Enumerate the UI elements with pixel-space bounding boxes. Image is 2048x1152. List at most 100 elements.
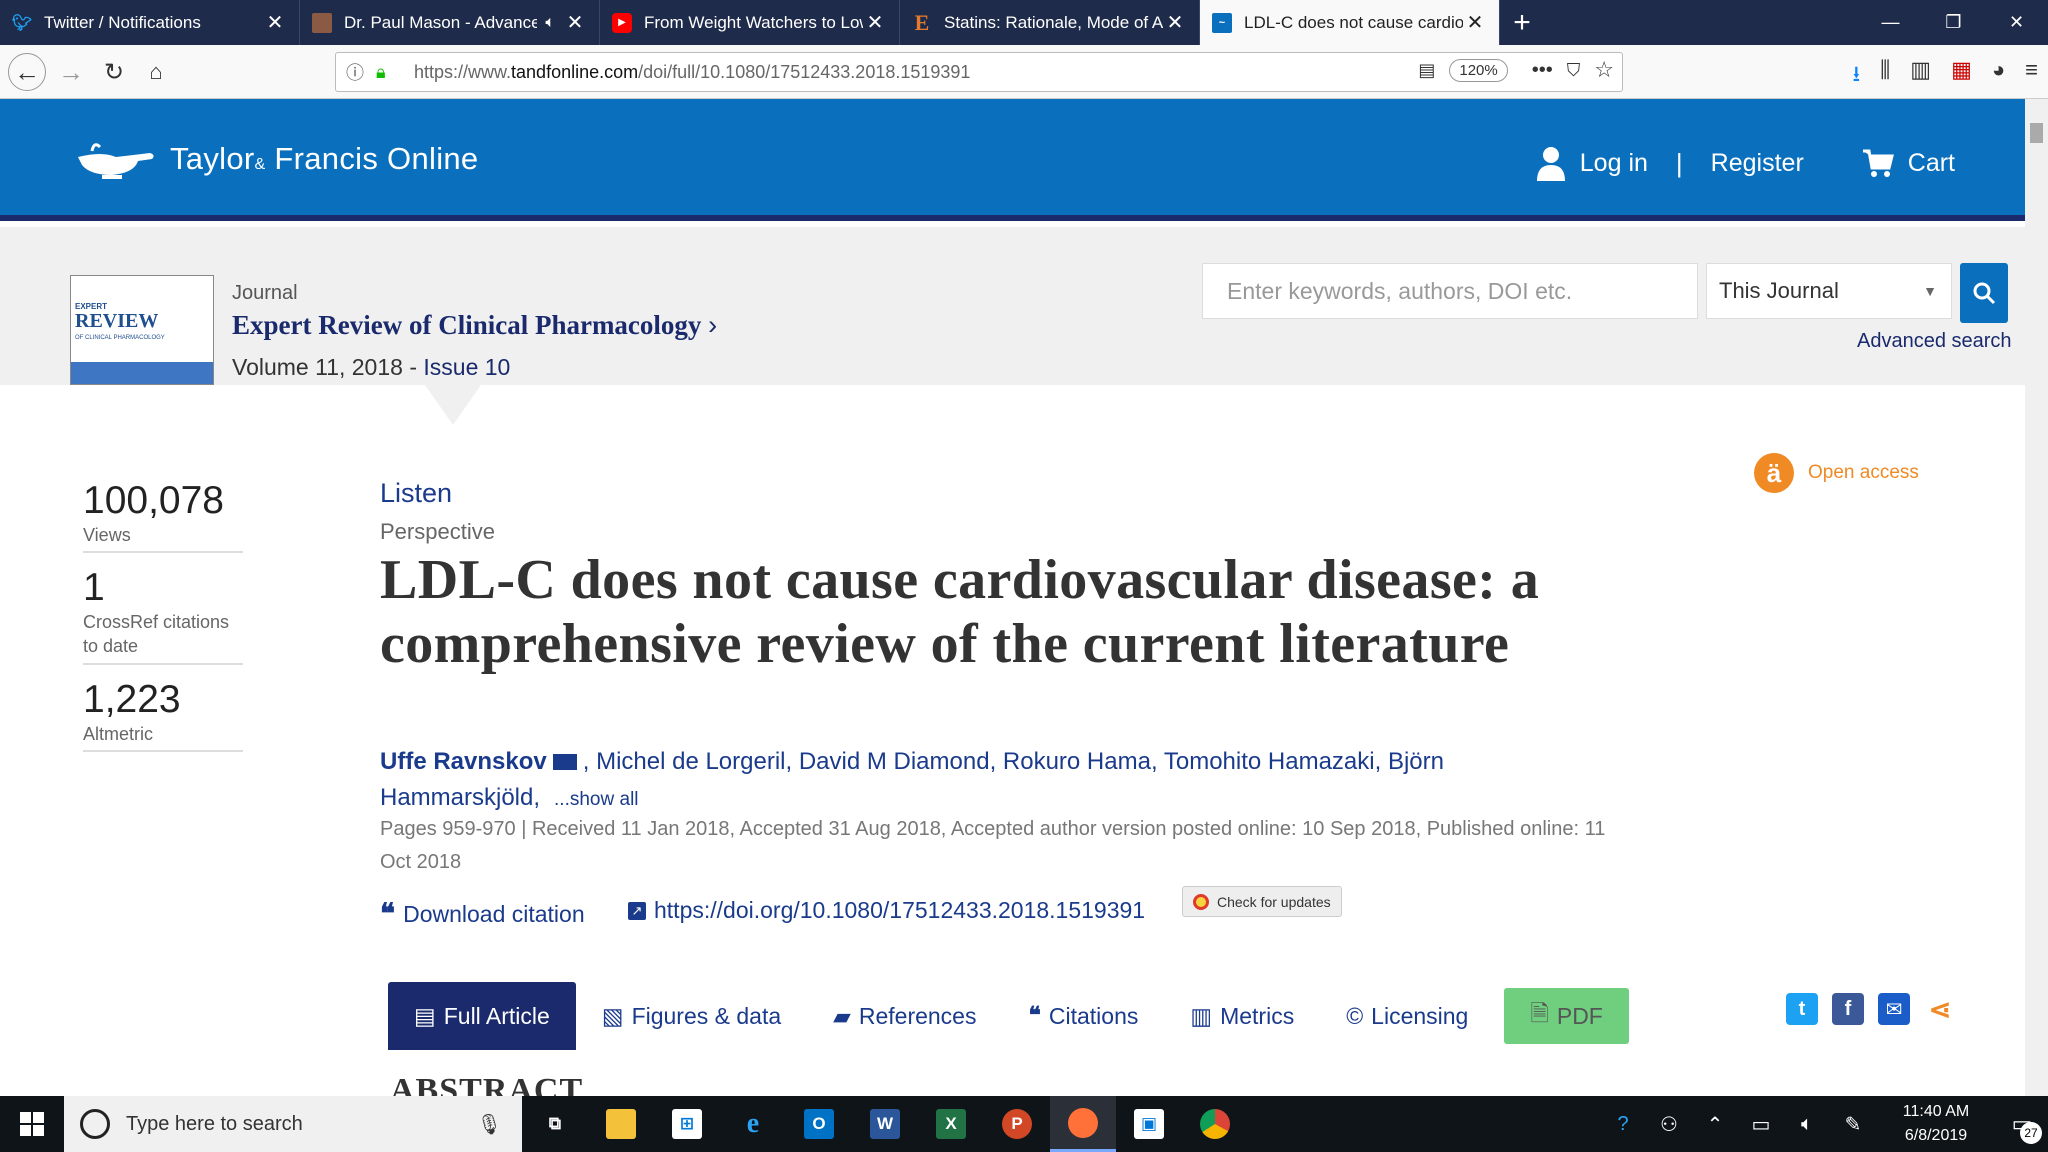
cart-link[interactable]: Cart — [1862, 148, 1955, 178]
taskbar-excel[interactable]: X — [918, 1096, 984, 1152]
taskbar-file-explorer[interactable] — [588, 1096, 654, 1152]
issue-link[interactable]: Issue 10 — [423, 354, 510, 380]
journal-cover-image[interactable]: EXPERT REVIEW OF CLINICAL PHARMACOLOGY — [70, 275, 214, 385]
check-for-updates-button[interactable]: Check for updates — [1182, 886, 1342, 917]
volume-icon[interactable]: 🔈︎ — [1784, 1113, 1830, 1136]
pocket-icon[interactable]: ⛉ — [1567, 60, 1581, 81]
metric-value: 1,223 — [83, 677, 181, 721]
close-tab-icon[interactable]: ✕ — [863, 10, 887, 35]
close-tab-icon[interactable]: ✕ — [563, 10, 587, 35]
taskbar-search[interactable]: Type here to search 🎙︎ — [64, 1096, 522, 1152]
browser-tab-paul-mason[interactable]: Dr. Paul Mason - Advanced 🔈︎ ✕ — [300, 0, 600, 45]
address-bar[interactable]: ⓘ 🔒︎ https://www.tandfonline.com/doi/ful… — [335, 52, 1623, 92]
search-icon — [1973, 282, 1996, 305]
restore-icon[interactable]: ❐ — [1922, 0, 1985, 45]
pen-icon[interactable]: ✎ — [1830, 1112, 1876, 1137]
task-view-button[interactable]: ⧉ — [522, 1096, 588, 1152]
page-actions-icon[interactable]: ••• — [1532, 59, 1553, 82]
info-icon[interactable]: ⓘ — [346, 59, 370, 85]
sync-icon[interactable]: ◕ — [1992, 57, 2005, 95]
back-button[interactable]: ← — [8, 53, 46, 91]
zoom-level[interactable]: 120% — [1449, 58, 1508, 82]
tab-label: PDF — [1556, 1002, 1603, 1029]
speaker-icon[interactable]: 🔈︎ — [545, 14, 555, 32]
reader-view-icon[interactable]: ▤ — [1418, 60, 1435, 81]
taskbar-edge[interactable]: e — [720, 1096, 786, 1152]
copyright-icon: © — [1346, 1002, 1364, 1029]
author-link[interactable]: Uffe Ravnskov — [380, 748, 547, 775]
tab-figures-data[interactable]: ▧ Figures & data — [576, 982, 807, 1050]
battery-icon[interactable]: ▭ — [1738, 1112, 1784, 1137]
browser-tab-statins[interactable]: E Statins: Rationale, Mode of Acti ✕ — [900, 0, 1200, 45]
action-center-button[interactable]: ▭ 27 — [1996, 1096, 2048, 1152]
tab-licensing[interactable]: © Licensing — [1320, 982, 1494, 1050]
home-button[interactable]: ⌂ — [137, 53, 175, 91]
extension-icon[interactable]: ▦ — [1951, 57, 1972, 95]
lock-icon[interactable]: 🔒︎ — [376, 62, 398, 83]
article-metrics: 100,078 Views 1 CrossRef citations to da… — [83, 479, 243, 766]
dropdown-arrow-icon: ▼ — [1923, 283, 1937, 299]
close-tab-icon[interactable]: ✕ — [1163, 10, 1187, 35]
doi-link[interactable]: ↗ https://doi.org/10.1080/17512433.2018.… — [628, 897, 1145, 924]
scrollbar-thumb[interactable] — [2030, 123, 2043, 143]
new-tab-button[interactable]: + — [1500, 0, 1544, 45]
browser-tab-ldl-c[interactable]: ~ LDL-C does not cause cardiova ✕ — [1200, 0, 1500, 45]
minimize-icon[interactable]: — — [1859, 0, 1922, 45]
tab-label: Licensing — [1371, 1002, 1469, 1029]
twitter-share-icon[interactable]: t — [1786, 993, 1818, 1025]
download-icon[interactable]: ⭳ — [1852, 57, 1860, 95]
advanced-search-link[interactable]: Advanced search — [1857, 330, 2012, 353]
register-link[interactable]: Register — [1711, 149, 1804, 178]
taskbar-word[interactable]: W — [852, 1096, 918, 1152]
tab-metrics[interactable]: ▥ Metrics — [1164, 982, 1320, 1050]
bookmark-star-icon[interactable]: ☆ — [1594, 57, 1614, 83]
search-input[interactable]: Enter keywords, authors, DOI etc. — [1202, 263, 1698, 319]
close-window-icon[interactable]: ✕ — [1985, 0, 2048, 45]
microphone-icon[interactable]: 🎙︎ — [477, 1112, 502, 1137]
search-button[interactable] — [1960, 263, 2008, 323]
open-access-badge[interactable]: ä Open access — [1754, 453, 1919, 493]
sidebar-icon[interactable]: ▥ — [1910, 57, 1931, 95]
search-scope-select[interactable]: This Journal ▼ — [1706, 263, 1952, 319]
site-logo[interactable]: Taylor& Francis Online — [72, 137, 478, 181]
start-button[interactable] — [0, 1096, 64, 1152]
tab-full-article[interactable]: ▤ Full Article — [388, 982, 576, 1050]
taskbar-powerpoint[interactable]: P — [984, 1096, 1050, 1152]
email-icon[interactable] — [552, 754, 577, 770]
show-all-authors-link[interactable]: ...show all — [554, 789, 638, 810]
pdf-button[interactable]: 🗎︎ PDF — [1504, 988, 1629, 1044]
email-share-icon[interactable]: ✉ — [1878, 993, 1910, 1025]
tab-citations[interactable]: ❝ Citations — [1002, 982, 1164, 1050]
reload-button[interactable]: ↻ — [95, 53, 133, 91]
tab-references[interactable]: ▰ References — [807, 982, 1002, 1050]
taskbar-clock[interactable]: 11:40 AM 6/8/2019 — [1886, 1100, 1986, 1148]
download-citation-link[interactable]: ❝ Download citation — [380, 897, 585, 931]
nav-separator: | — [1675, 147, 1683, 178]
taskbar-firefox[interactable] — [1050, 1096, 1116, 1152]
listen-link[interactable]: Listen — [380, 478, 452, 509]
help-icon[interactable]: ? — [1600, 1113, 1646, 1136]
close-tab-icon[interactable]: ✕ — [263, 10, 287, 35]
e-site-icon: E — [914, 9, 930, 35]
header-nav: Log in | Register Cart — [1536, 145, 1955, 181]
taskbar-photos[interactable]: ▣ — [1116, 1096, 1182, 1152]
browser-tab-weight-watchers[interactable]: ▶ From Weight Watchers to Low ✕ — [600, 0, 900, 45]
taskbar-chrome[interactable] — [1182, 1096, 1248, 1152]
page-scrollbar[interactable] — [2025, 99, 2048, 1096]
forward-button[interactable]: → — [52, 53, 90, 91]
taskbar-store[interactable]: ⊞ — [654, 1096, 720, 1152]
menu-icon[interactable]: ≡ — [2025, 57, 2038, 95]
browser-tab-twitter[interactable]: 🐦︎ Twitter / Notifications ✕ — [0, 0, 300, 45]
people-icon[interactable]: ⚇ — [1646, 1112, 1692, 1137]
login-link[interactable]: Log in — [1536, 145, 1648, 181]
image-icon: ▧ — [601, 1002, 624, 1029]
metric-altmetric[interactable]: 1,223 Altmetric — [83, 677, 243, 752]
url-text[interactable]: https://www.tandfonline.com/doi/full/10.… — [414, 62, 970, 83]
close-tab-icon[interactable]: ✕ — [1463, 10, 1487, 35]
facebook-share-icon[interactable]: f — [1832, 993, 1864, 1025]
library-icon[interactable]: ⫼ — [1880, 57, 1890, 95]
show-hidden-icons-icon[interactable]: ⌃ — [1692, 1112, 1738, 1137]
journal-name-link[interactable]: Expert Review of Clinical Pharmacology › — [232, 310, 717, 341]
share-icon[interactable]: ⋖ — [1924, 993, 1956, 1025]
taskbar-outlook[interactable]: O — [786, 1096, 852, 1152]
